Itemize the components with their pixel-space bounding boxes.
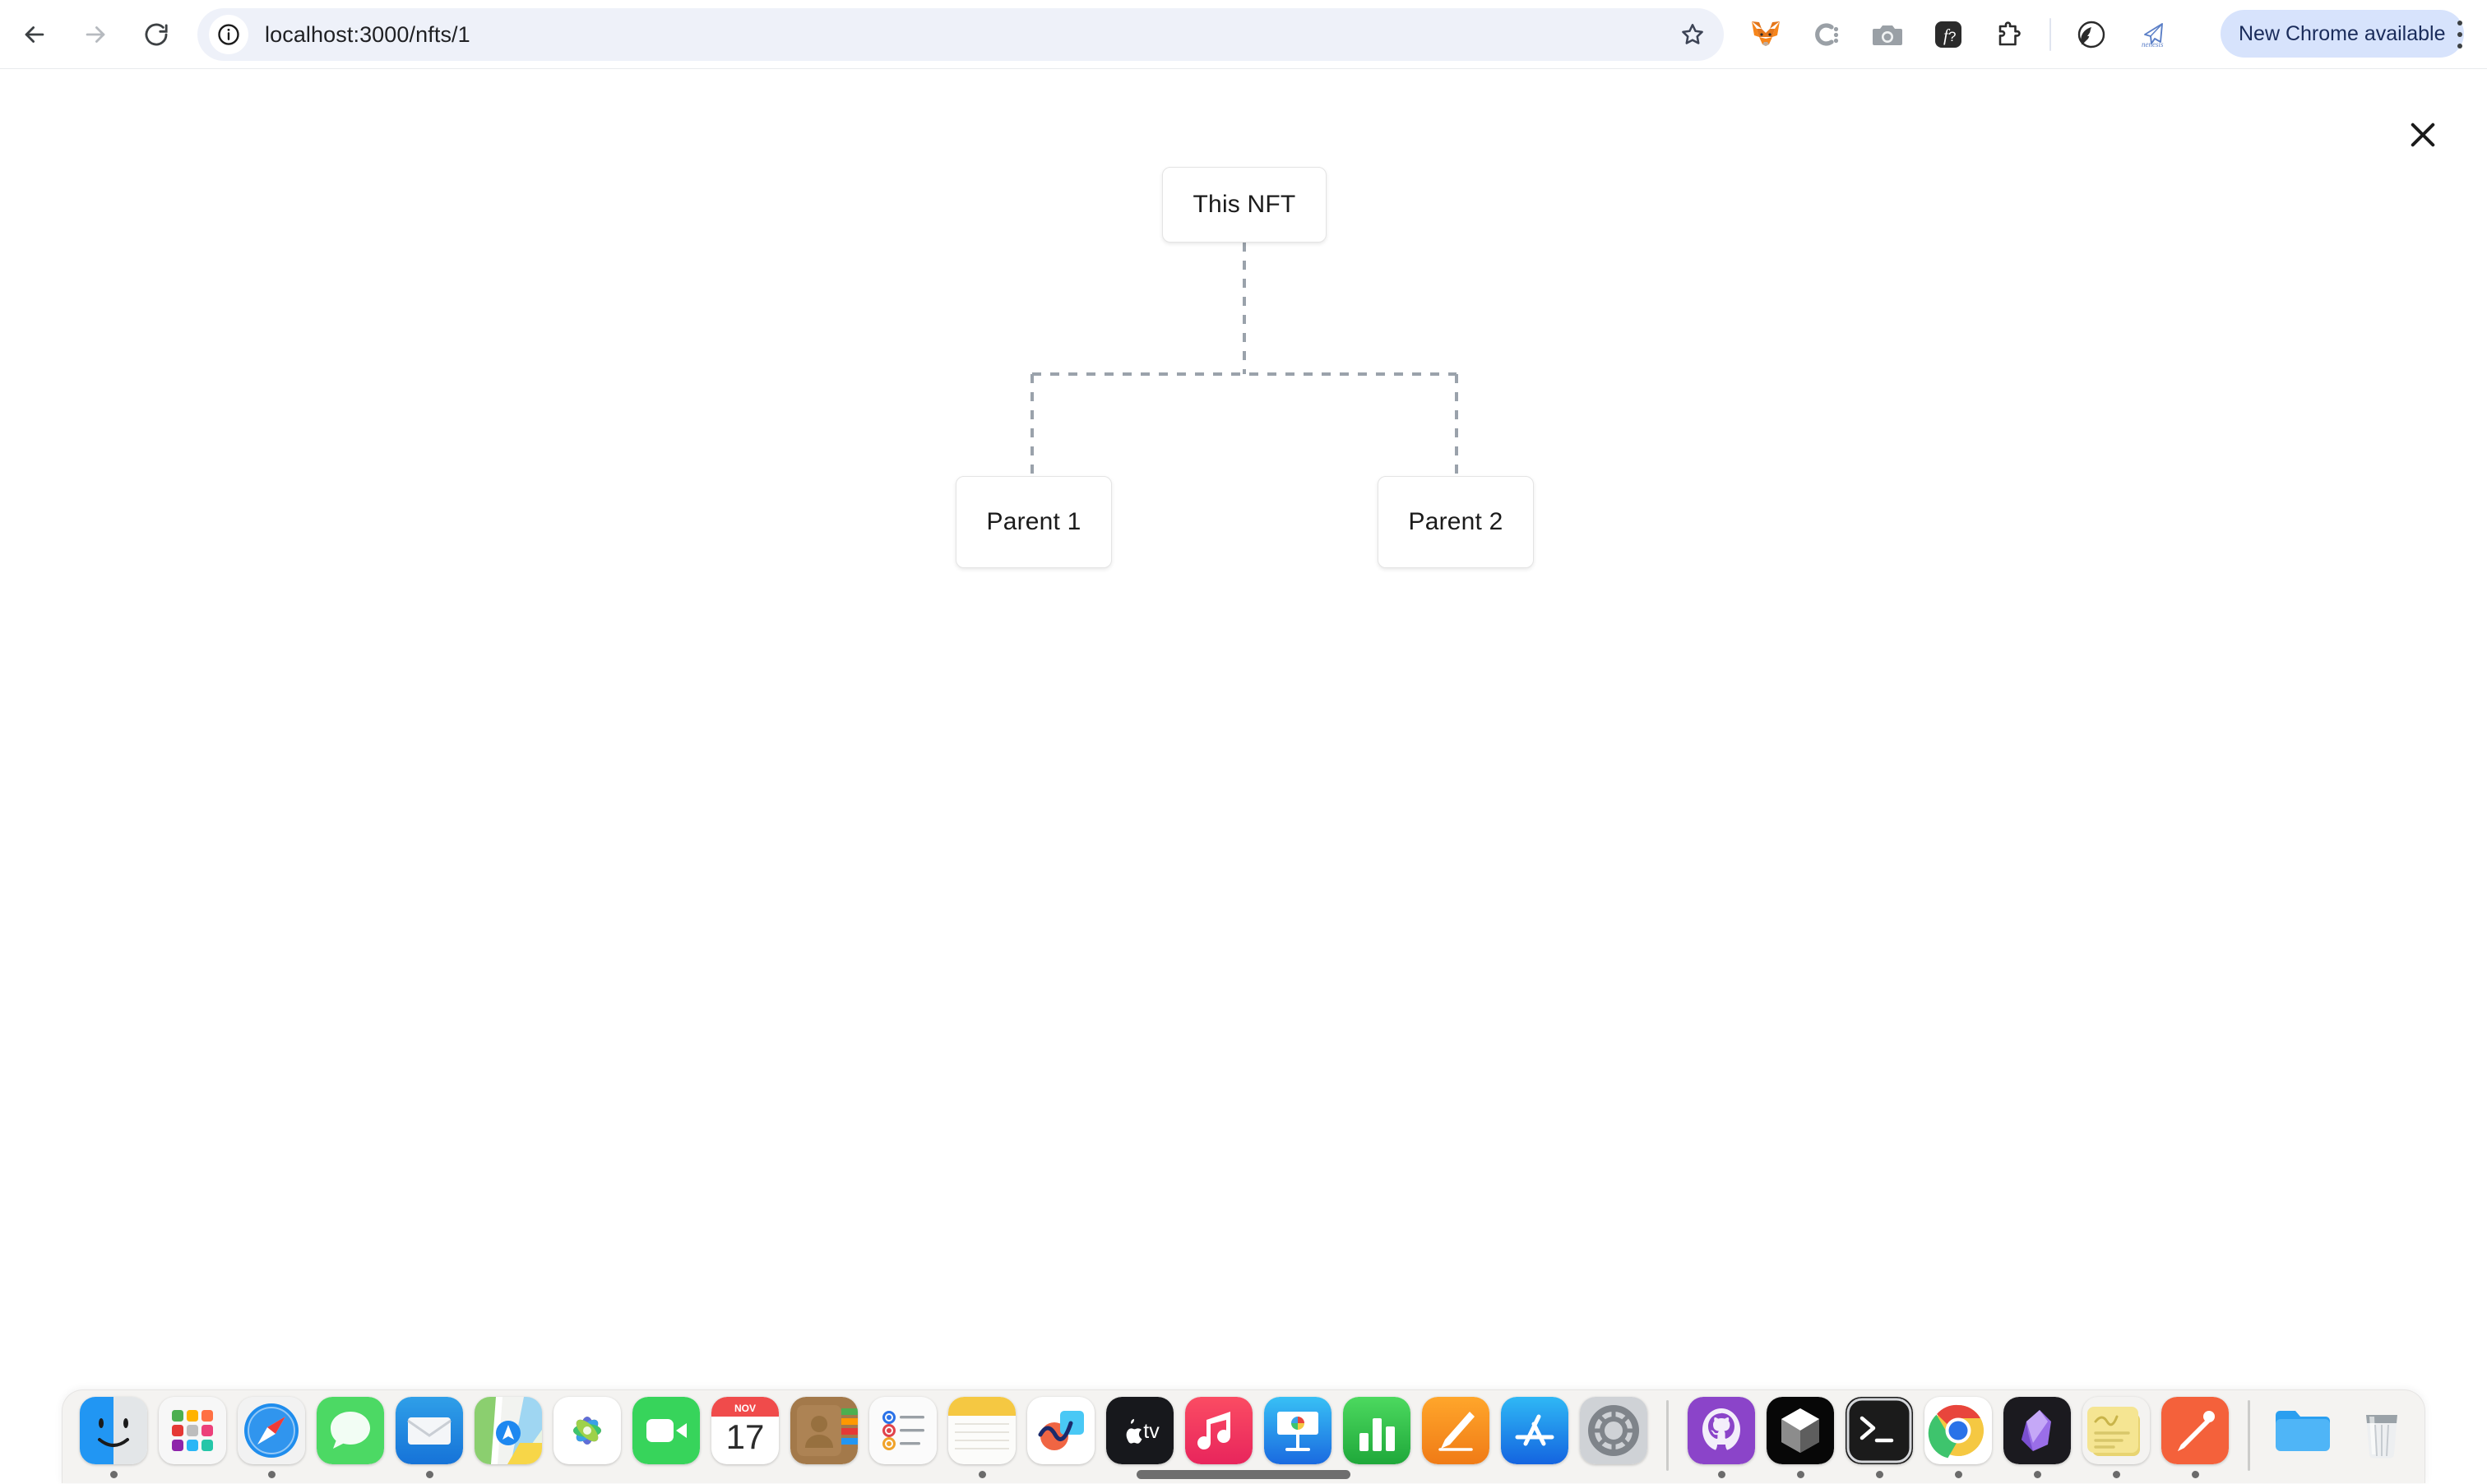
f-question-extension-icon[interactable]: f ? [1918,8,1979,61]
arrow-right-icon [81,21,109,49]
svg-text:?: ? [1948,29,1956,44]
svg-text:nenesis: nenesis [2142,40,2164,49]
graph-node-label: This NFT [1193,191,1296,219]
kebab-dot [2457,44,2462,49]
music-icon [1185,1397,1253,1464]
puzzle-extensions-icon[interactable] [1979,8,2040,61]
site-info-button[interactable] [209,15,248,54]
kebab-dot [2457,21,2462,25]
kebab-dot [2457,32,2462,37]
fox-icon [1749,19,1782,50]
function-icon: f ? [1934,20,1963,49]
forward-button[interactable] [71,10,120,59]
home-indicator [63,1470,2424,1479]
svg-text:17: 17 [726,1417,765,1456]
macos-dock: NOV 17 [62,1389,2425,1483]
dock-separator-1 [1666,1400,1669,1471]
reload-icon [142,21,170,49]
numbers-icon [1343,1397,1410,1464]
page-content: This NFT Parent 1 Parent 2 [0,69,2487,1388]
colon-c-extension-icon[interactable] [1796,8,1857,61]
contacts-icon [790,1397,858,1464]
mail-icon [396,1397,463,1464]
messages-icon [317,1397,384,1464]
prism-icon [1767,1397,1834,1464]
postman-icon [2161,1397,2229,1464]
obsidian-icon [2003,1397,2071,1464]
nft-lineage-graph: This NFT Parent 1 Parent 2 [0,69,2487,1388]
maps-icon [475,1397,542,1464]
leaf-bolt-icon [2077,20,2106,49]
graph-node-label: Parent 2 [1408,508,1503,536]
graph-node-this-nft[interactable]: This NFT [1162,167,1327,243]
extensions-strip: f ? nenesis [1735,0,2183,69]
graph-node-label: Parent 1 [986,508,1081,536]
bookmark-button[interactable] [1670,12,1716,58]
back-button[interactable] [10,10,59,59]
terminal-icon [1846,1397,1913,1464]
metamask-extension-icon[interactable] [1735,8,1796,61]
leaf-bolt-extension-icon[interactable] [2061,8,2122,61]
graph-edges [0,69,2487,1388]
notes-icon [948,1397,1016,1464]
freeform-icon [1027,1397,1095,1464]
safari-icon [238,1397,305,1464]
address-bar[interactable]: localhost:3000/nfts/1 [197,8,1724,61]
browser-toolbar: localhost:3000/nfts/1 [0,0,2487,69]
toolbar-separator [2049,18,2051,51]
arrow-left-icon [21,21,49,49]
keynote-icon [1264,1397,1331,1464]
graph-node-parent-1[interactable]: Parent 1 [956,476,1112,568]
pages-icon [1422,1397,1489,1464]
trash-icon [2348,1397,2415,1464]
new-chrome-available-button[interactable]: New Chrome available [2221,10,2464,58]
svg-text:tv: tv [1143,1420,1160,1443]
info-circle-icon [216,22,241,47]
launchpad-icon [159,1397,226,1464]
url-text[interactable]: localhost:3000/nfts/1 [265,22,1670,48]
navigation-buttons [10,10,181,59]
chrome-menu-button[interactable] [2444,18,2475,51]
appstore-icon [1501,1397,1568,1464]
calendar-icon: NOV 17 [711,1397,779,1464]
camera-extension-icon[interactable] [1857,8,1918,61]
gear-icon [1580,1397,1647,1464]
appletv-icon: tv [1106,1397,1174,1464]
finder-icon [80,1397,147,1464]
stickies-icon [2082,1397,2150,1464]
svg-text:NOV: NOV [734,1403,756,1414]
star-outline-icon [1679,21,1706,48]
camera-icon [1873,21,1902,48]
paper-plane-icon: nenesis [2137,20,2167,49]
letter-c-icon [1812,20,1841,49]
photos-icon [553,1397,621,1464]
dock-separator-2 [2248,1400,2250,1471]
graph-node-parent-2[interactable]: Parent 2 [1378,476,1534,568]
github-icon [1688,1397,1755,1464]
puzzle-piece-icon [1995,21,2023,49]
reload-button[interactable] [132,10,181,59]
home-indicator-bar [1137,1470,1350,1479]
facetime-icon [632,1397,700,1464]
chrome-icon [1924,1397,1992,1464]
reminders-icon [869,1397,937,1464]
paper-plane-extension-icon[interactable]: nenesis [2122,8,2183,61]
update-pill-label: New Chrome available [2239,22,2446,46]
folder-icon [2269,1397,2336,1464]
